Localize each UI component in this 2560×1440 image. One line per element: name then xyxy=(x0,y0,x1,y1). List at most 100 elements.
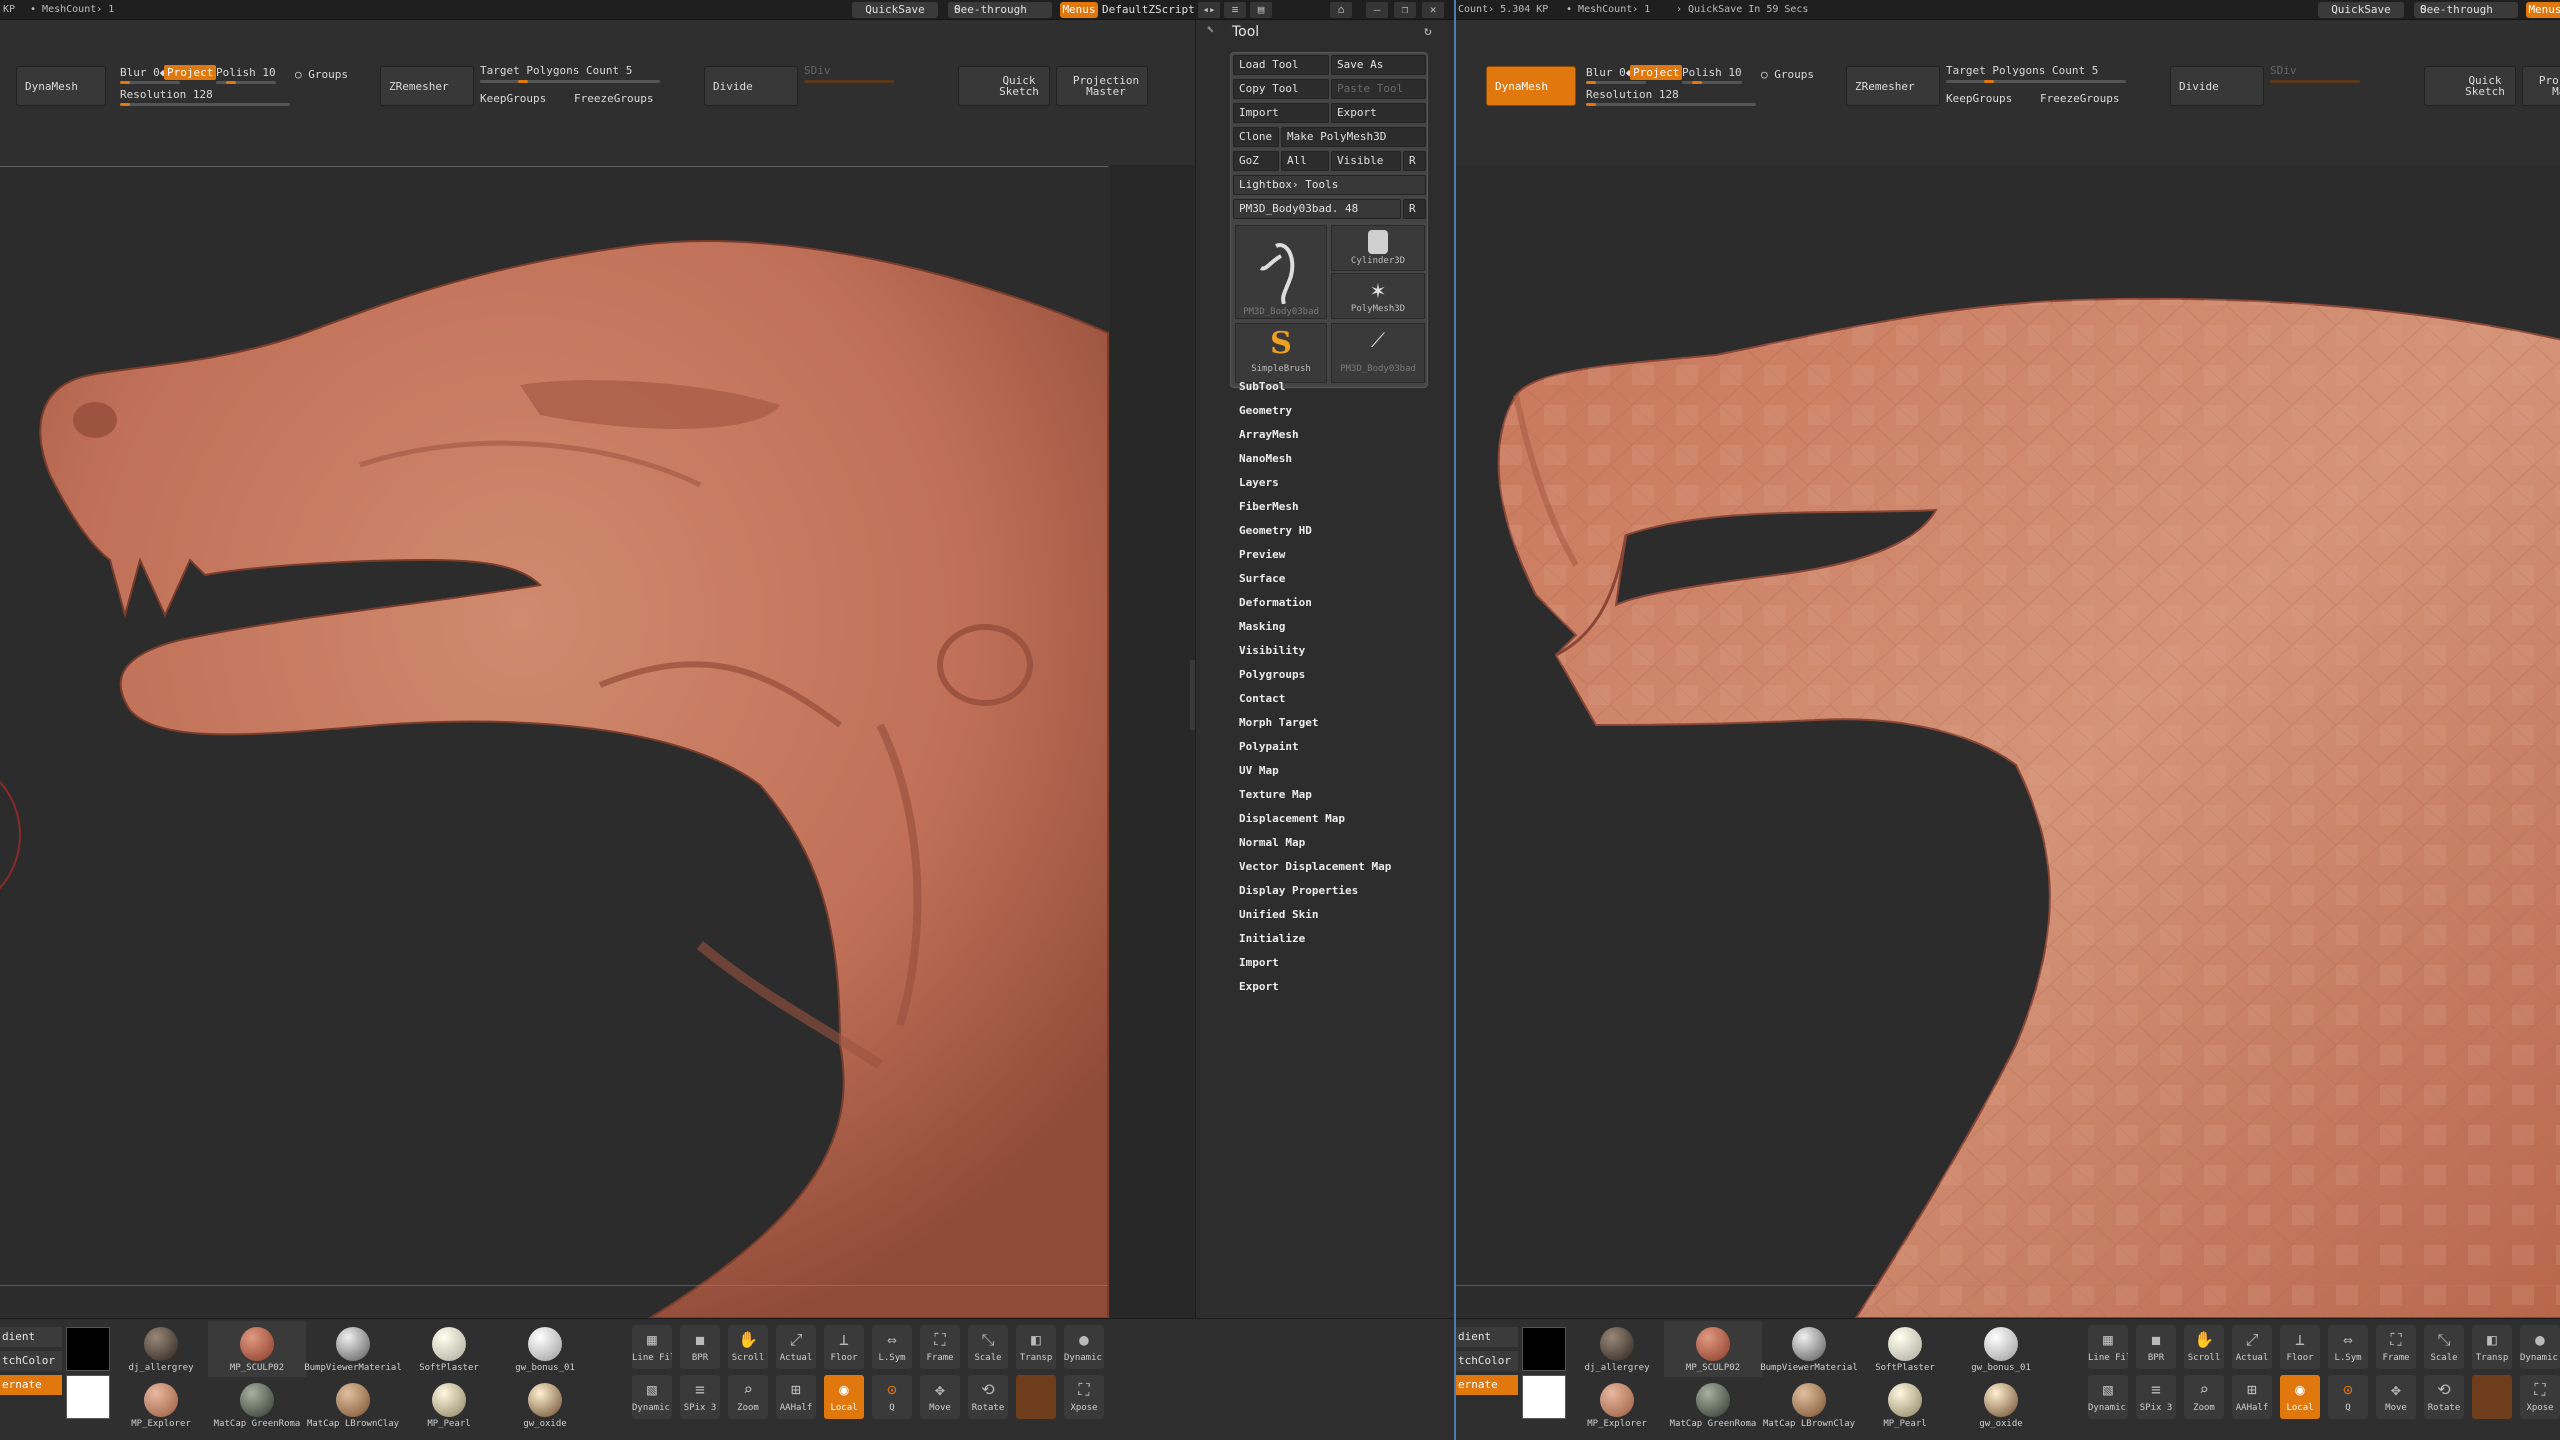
menu-unified-skin[interactable]: Unified Skin xyxy=(1239,908,1318,921)
import-button[interactable]: Import xyxy=(1233,103,1329,123)
layout-icon[interactable]: ≡ xyxy=(1224,2,1246,18)
actual-button-right[interactable]: ⤢ Actual xyxy=(2232,1325,2272,1369)
resolution-label-right[interactable]: Resolution 128 xyxy=(1586,88,1679,101)
primary-color-swatch[interactable] xyxy=(66,1327,110,1371)
minimize-icon[interactable]: – xyxy=(1366,2,1388,18)
quick-sketch-button[interactable]: Quick Sketch xyxy=(958,66,1050,106)
freeze-groups-toggle[interactable]: FreezeGroups xyxy=(574,92,653,105)
sdiv-label-right[interactable]: SDiv xyxy=(2270,64,2297,77)
menu-displacement-map[interactable]: Displacement Map xyxy=(1239,812,1345,825)
material-10[interactable]: gw_oxide xyxy=(496,1377,594,1433)
menu-texture-map[interactable]: Texture Map xyxy=(1239,788,1312,801)
line-fill-button[interactable]: ▦Line Fill PolyF xyxy=(632,1325,672,1369)
floor-button-right[interactable]: ⊥ Floor xyxy=(2280,1325,2320,1369)
menu-normal-map[interactable]: Normal Map xyxy=(1239,836,1305,849)
project-toggle-right[interactable]: Project xyxy=(1630,65,1683,80)
local-button[interactable]: ◉ Local xyxy=(824,1375,864,1419)
scale-button[interactable]: ⤡ Scale xyxy=(968,1325,1008,1369)
menu-morph-target[interactable]: Morph Target xyxy=(1239,716,1318,729)
tool-thumb-simplebrush[interactable]: S SimpleBrush xyxy=(1235,323,1327,383)
menu-preview[interactable]: Preview xyxy=(1239,548,1285,561)
make-polymesh-button[interactable]: Make PolyMesh3D xyxy=(1281,127,1426,147)
canvas-viewport-right[interactable] xyxy=(1456,165,2560,1318)
blur-label-right[interactable]: Blur 0◆ xyxy=(1586,66,1632,79)
floor-button[interactable]: ⊥ Floor xyxy=(824,1325,864,1369)
divide-button[interactable]: Divide xyxy=(704,66,798,106)
line-fill-button-right[interactable]: ▦Line Fill PolyF xyxy=(2088,1325,2128,1369)
secondary-color-swatch[interactable] xyxy=(66,1375,110,1419)
resolution-slider[interactable] xyxy=(120,103,290,106)
dynamesh-model-lowres[interactable] xyxy=(1456,165,2560,1318)
scale-button-right[interactable]: ⤡ Scale xyxy=(2424,1325,2464,1369)
sculpt-model-detailed[interactable] xyxy=(0,165,1110,1318)
blur-label[interactable]: Blur 0◆ xyxy=(120,66,166,79)
spix-button[interactable]: ≡ SPix 3 xyxy=(680,1375,720,1419)
persp-button[interactable]: ▧Dynamic Persp xyxy=(632,1375,672,1419)
q-button-right[interactable]: ⊙ Q xyxy=(2328,1375,2368,1419)
paste-tool-button[interactable]: Paste Tool xyxy=(1331,79,1426,99)
quicksave-button[interactable]: QuickSave xyxy=(852,2,938,18)
solo-button[interactable]: ●Dynamic Solo xyxy=(1064,1325,1104,1369)
transp-button-right[interactable]: ◧ Transp xyxy=(2472,1325,2512,1369)
keep-groups-toggle[interactable]: KeepGroups xyxy=(480,92,546,105)
lsym-button[interactable]: ⇔ L.Sym xyxy=(872,1325,912,1369)
switch-color-button-right[interactable]: tchColor xyxy=(1456,1351,1518,1371)
polyframe-button[interactable] xyxy=(1016,1375,1056,1419)
arrows-icon[interactable]: ◂▸ xyxy=(1198,2,1220,18)
zremesher-button[interactable]: ZRemesher xyxy=(380,66,474,106)
polish-slider-right[interactable] xyxy=(1682,81,1742,84)
material-6-right[interactable]: MP_Explorer xyxy=(1568,1377,1666,1433)
material-9-right[interactable]: MP_Pearl xyxy=(1856,1377,1954,1433)
menu-display-properties[interactable]: Display Properties xyxy=(1239,884,1358,897)
menu-subtool[interactable]: SubTool xyxy=(1239,380,1285,393)
save-as-button[interactable]: Save As xyxy=(1331,55,1426,75)
material-3-right[interactable]: BumpViewerMaterial xyxy=(1760,1321,1858,1377)
polish-label[interactable]: Polish 10 xyxy=(216,66,276,79)
menu-masking[interactable]: Masking xyxy=(1239,620,1285,633)
aahalf-button-right[interactable]: ⊞ AAHalf xyxy=(2232,1375,2272,1419)
material-1-right[interactable]: dj_allergrey xyxy=(1568,1321,1666,1377)
all-button[interactable]: All xyxy=(1281,151,1329,171)
bpr-button-right[interactable]: ◼ BPR xyxy=(2136,1325,2176,1369)
quicksave-button-right[interactable]: QuickSave xyxy=(2318,2,2404,18)
material-9[interactable]: MP_Pearl xyxy=(400,1377,498,1433)
visible-button[interactable]: Visible xyxy=(1331,151,1401,171)
zoom-button-right[interactable]: ⌕ Zoom xyxy=(2184,1375,2224,1419)
blur-slider[interactable] xyxy=(120,81,180,84)
move-button[interactable]: ✥ Move xyxy=(920,1375,960,1419)
lightbox-tools-button[interactable]: Lightbox› Tools xyxy=(1233,175,1426,195)
groups-toggle-right[interactable]: ○ Groups xyxy=(1761,68,1814,81)
target-polygons-label-right[interactable]: Target Polygons Count 5 xyxy=(1946,64,2098,77)
canvas-viewport[interactable] xyxy=(0,165,1110,1318)
material-5[interactable]: gw_bonus_01 xyxy=(496,1321,594,1377)
close-icon[interactable]: ✕ xyxy=(1422,2,1444,18)
switch-color-button[interactable]: tchColor xyxy=(0,1351,62,1371)
goz-button[interactable]: GoZ xyxy=(1233,151,1279,171)
current-tool-slider[interactable]: PM3D_Body03bad. 48 xyxy=(1233,199,1401,219)
menus-button[interactable]: Menus xyxy=(1060,2,1098,18)
menu-fibermesh[interactable]: FiberMesh xyxy=(1239,500,1299,513)
q-button[interactable]: ⊙ Q xyxy=(872,1375,912,1419)
palette-icon[interactable]: ▤ xyxy=(1250,2,1272,18)
tool-thumb-polymesh[interactable]: ✶ PolyMesh3D xyxy=(1331,273,1425,319)
local-button-right[interactable]: ◉ Local xyxy=(2280,1375,2320,1419)
frame-button[interactable]: ⛶ Frame xyxy=(920,1325,960,1369)
spix-button-right[interactable]: ≡ SPix 3 xyxy=(2136,1375,2176,1419)
material-4[interactable]: SoftPlaster xyxy=(400,1321,498,1377)
menu-geometry[interactable]: Geometry xyxy=(1239,404,1292,417)
rotate-button[interactable]: ⟲ Rotate xyxy=(968,1375,1008,1419)
menu-initialize[interactable]: Initialize xyxy=(1239,932,1305,945)
sdiv-slider[interactable] xyxy=(804,80,894,83)
menu-polygroups[interactable]: Polygroups xyxy=(1239,668,1305,681)
export-button[interactable]: Export xyxy=(1331,103,1426,123)
tool-thumb-cylinder[interactable]: Cylinder3D xyxy=(1331,225,1425,271)
menu-nanomesh[interactable]: NanoMesh xyxy=(1239,452,1292,465)
frame-button-right[interactable]: ⛶ Frame xyxy=(2376,1325,2416,1369)
tool-thumb-body[interactable]: PM3D_Body03bad xyxy=(1235,225,1327,319)
tool-thumb-body-2[interactable]: ⟋ PM3D_Body03bad xyxy=(1331,323,1425,383)
menu-geometry-hd[interactable]: Geometry HD xyxy=(1239,524,1312,537)
zoom-button[interactable]: ⌕ Zoom xyxy=(728,1375,768,1419)
zremesher-button-right[interactable]: ZRemesher xyxy=(1846,66,1940,106)
r2-button[interactable]: R xyxy=(1403,199,1426,219)
target-polygons-slider[interactable] xyxy=(480,80,660,83)
